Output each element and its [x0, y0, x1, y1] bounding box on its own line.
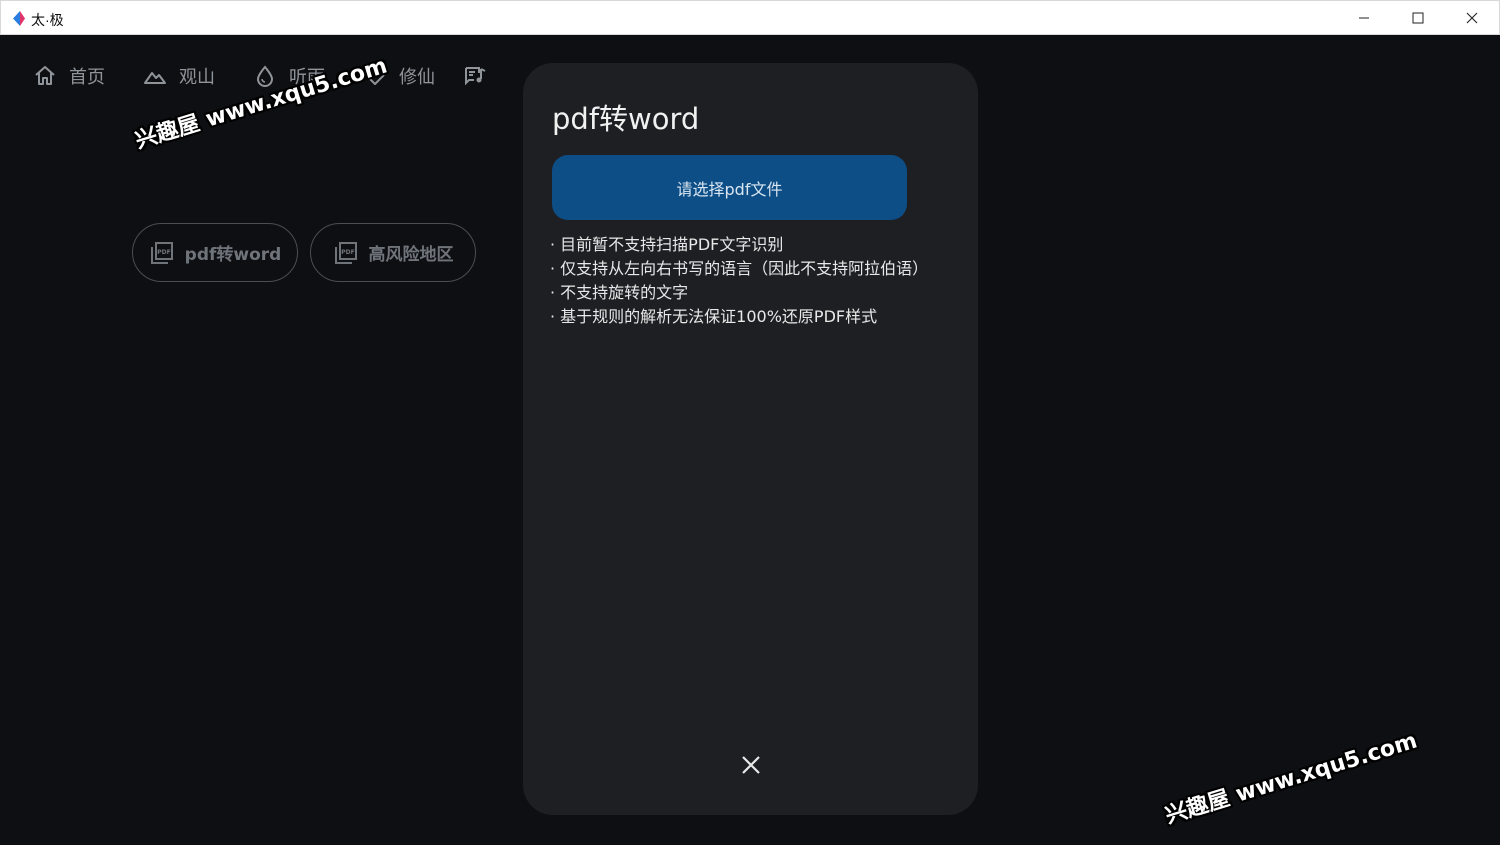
home-icon	[35, 66, 55, 85]
svg-text:PDF: PDF	[157, 249, 170, 256]
nav-item-label: 首页	[69, 67, 105, 88]
svg-text:PDF: PDF	[341, 249, 354, 256]
close-icon	[1466, 12, 1478, 24]
close-icon	[742, 756, 760, 774]
nav-item-label: 观山	[179, 67, 215, 88]
mountain-icon	[144, 72, 166, 84]
note-item: 不支持旋转的文字	[550, 281, 928, 305]
pdf-icon: PDF	[334, 241, 357, 264]
dialog-close-button[interactable]	[736, 750, 766, 780]
note-item: 仅支持从左向右书写的语言（因此不支持阿拉伯语）	[550, 257, 928, 281]
nav-item-mountain[interactable]: 观山	[143, 61, 215, 91]
minimize-icon	[1359, 17, 1369, 19]
window-title: 太·极	[31, 12, 64, 28]
dialog-title: pdf转word	[552, 102, 700, 136]
pdf-to-word-dialog: pdf转word 请选择pdf文件 目前暂不支持扫描PDF文字识别 仅支持从左向…	[523, 63, 978, 815]
tool-label: pdf转word	[184, 245, 282, 265]
window-close-button[interactable]	[1445, 1, 1499, 35]
nav-item-label: 修仙	[399, 67, 435, 88]
high-risk-area-button[interactable]: PDF 高风险地区	[310, 223, 476, 282]
app-main: 首页 观山 听雨 修仙 PDF pdf转word PDF 高风险地区 pdf转w…	[1, 35, 1499, 844]
note-item: 基于规则的解析无法保证100%还原PDF样式	[550, 305, 928, 329]
notes-list: 目前暂不支持扫描PDF文字识别 仅支持从左向右书写的语言（因此不支持阿拉伯语） …	[550, 233, 928, 329]
app-logo-icon	[13, 11, 25, 26]
maximize-button[interactable]	[1391, 1, 1445, 35]
nav-item-home[interactable]: 首页	[33, 61, 105, 91]
minimize-button[interactable]	[1337, 1, 1391, 35]
pdf-icon: PDF	[150, 241, 173, 264]
pdf-to-word-button[interactable]: PDF pdf转word	[132, 223, 298, 282]
maximize-icon	[1412, 12, 1424, 24]
select-pdf-button[interactable]: 请选择pdf文件	[552, 155, 907, 220]
nav-item-music[interactable]	[463, 61, 499, 91]
note-item: 目前暂不支持扫描PDF文字识别	[550, 233, 928, 257]
music-note-icon	[465, 67, 486, 86]
title-bar: 太·极	[0, 0, 1500, 35]
tool-label: 高风险地区	[368, 245, 454, 265]
